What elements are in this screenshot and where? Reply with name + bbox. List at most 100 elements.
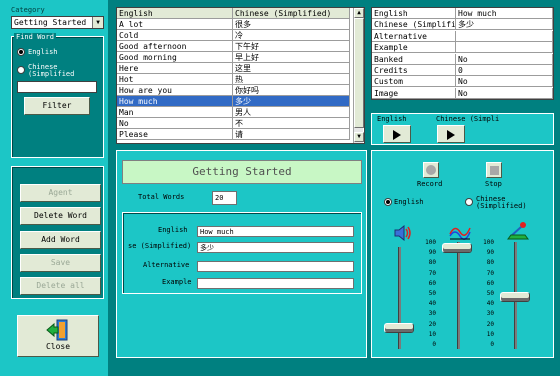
property-name-cell: Credits xyxy=(372,65,456,76)
word-chinese-cell: 冷 xyxy=(233,30,350,41)
word-english-cell: Hot xyxy=(117,74,233,85)
chinese-radio-label-2: (Simplified xyxy=(28,70,75,78)
word-english-cell: How much xyxy=(117,96,233,107)
chevron-down-icon[interactable]: ▼ xyxy=(92,17,103,28)
word-list-row[interactable]: How are you 你好吗 xyxy=(117,85,352,96)
word-list-row[interactable]: Hot 热 xyxy=(117,74,352,85)
word-list-row[interactable]: Cold 冷 xyxy=(117,30,352,41)
header-english[interactable]: English xyxy=(117,8,233,19)
find-word-input[interactable] xyxy=(17,81,97,93)
chinese-field[interactable]: 多少 xyxy=(197,242,354,253)
header-chinese[interactable]: Chinese (Simplified) xyxy=(233,8,350,19)
property-value-cell: No xyxy=(456,87,553,99)
speed-icon xyxy=(507,222,529,240)
slider-scale-tick: 10 xyxy=(486,330,494,338)
word-chinese-cell: 热 xyxy=(233,74,350,85)
word-list-scrollbar[interactable]: ▲ ▼ xyxy=(353,8,364,143)
save-button[interactable]: Save xyxy=(20,254,101,272)
word-list-row[interactable]: Good morning 早上好 xyxy=(117,52,352,63)
editor-title-box: Getting Started xyxy=(122,160,362,184)
record-label: Record xyxy=(417,180,443,188)
chinese-radio[interactable] xyxy=(17,66,25,74)
property-value-cell xyxy=(456,42,553,54)
agent-button[interactable]: Agent xyxy=(20,184,101,202)
slider-scale-tick: 40 xyxy=(486,300,494,308)
word-list-header: English Chinese (Simplified) xyxy=(117,8,356,19)
add-word-button[interactable]: Add Word xyxy=(20,231,101,249)
play-icon xyxy=(393,130,401,140)
scroll-up-icon[interactable]: ▲ xyxy=(354,8,364,18)
slider-scale-tick: 60 xyxy=(428,279,436,287)
property-row[interactable]: English How much xyxy=(372,8,553,19)
play-icon xyxy=(447,130,455,140)
recorder-english-radio[interactable] xyxy=(384,198,392,206)
slider-scale-tick: 50 xyxy=(428,290,436,297)
stop-button[interactable] xyxy=(486,162,502,178)
property-value-cell: How much xyxy=(456,8,553,19)
english-radio[interactable] xyxy=(17,48,25,56)
word-english-cell: A lot xyxy=(117,19,233,30)
property-row[interactable]: Example xyxy=(372,42,553,54)
property-value-cell: 多少 xyxy=(456,19,553,31)
pitch-icon xyxy=(449,227,471,240)
word-list-row[interactable]: Good afternoon 下午好 xyxy=(117,41,352,52)
close-button[interactable]: Close xyxy=(17,315,99,357)
property-value-cell: No xyxy=(456,53,553,65)
property-row[interactable]: Alternative xyxy=(372,30,553,42)
property-row[interactable]: Banked No xyxy=(372,53,553,65)
play-chinese-button[interactable] xyxy=(437,125,465,143)
slider-scale-tick: 100 xyxy=(483,239,494,246)
word-list-row[interactable]: Here 这里 xyxy=(117,63,352,74)
delete-word-button[interactable]: Delete Word xyxy=(20,207,101,225)
word-english-cell: Man xyxy=(117,107,233,118)
speed-slider-thumb[interactable] xyxy=(500,292,530,302)
category-select[interactable]: Getting Started ▼ xyxy=(11,16,104,29)
property-row[interactable]: Image No xyxy=(372,87,553,99)
word-list-row[interactable]: No 不 xyxy=(117,118,352,129)
property-name-cell: Alternative xyxy=(372,30,456,42)
word-list-row[interactable]: Man 男人 xyxy=(117,107,352,118)
properties-grid[interactable]: English How much Chinese (Simplifie 多少 Alter… xyxy=(371,7,554,100)
property-row[interactable]: Chinese (Simplifie 多少 xyxy=(372,19,553,31)
slider-scale-right: 100 90 80 70 60 50 40 30 20 10 0 xyxy=(482,238,494,348)
volume-slider-thumb[interactable] xyxy=(384,323,414,333)
property-name-cell: Banked xyxy=(372,53,456,65)
english-field[interactable]: How much xyxy=(197,226,354,237)
property-row[interactable]: Credits 0 xyxy=(372,65,553,76)
slider-scale-tick: 20 xyxy=(428,320,436,328)
slider-scale-tick: 30 xyxy=(486,310,494,318)
example-field[interactable] xyxy=(197,278,354,289)
stop-label: Stop xyxy=(485,180,502,188)
slider-scale-tick: 30 xyxy=(428,310,436,318)
delete-all-button[interactable]: Delete all xyxy=(20,277,101,295)
word-chinese-cell: 很多 xyxy=(233,19,350,30)
word-list-row[interactable]: A lot 很多 xyxy=(117,19,352,30)
english-radio-label: English xyxy=(28,48,58,56)
slider-scale-tick: 0 xyxy=(490,341,494,348)
word-list-row[interactable]: Please 请 xyxy=(117,129,352,140)
slider-scale-tick: 10 xyxy=(428,330,436,338)
word-list-grid[interactable]: English Chinese (Simplified) A lot 很多 Cold… xyxy=(116,7,365,144)
slider-scale-tick: 70 xyxy=(486,269,494,277)
pitch-slider-track xyxy=(457,242,460,349)
word-list-row[interactable]: How much 多少 xyxy=(117,96,352,107)
find-word-label: Find Word xyxy=(14,33,56,41)
word-english-cell: Cold xyxy=(117,30,233,41)
play-english-button[interactable] xyxy=(383,125,411,143)
pitch-slider-thumb[interactable] xyxy=(442,243,472,253)
slider-scale-left: 100 90 80 70 60 50 40 30 20 10 0 xyxy=(424,238,436,348)
filter-button[interactable]: Filter xyxy=(24,97,90,115)
recorder-english-label: English xyxy=(394,198,424,206)
recorder-chinese-radio[interactable] xyxy=(465,198,473,206)
property-value-cell: No xyxy=(456,76,553,88)
alternative-field[interactable] xyxy=(197,261,354,272)
example-field-label: Example xyxy=(162,278,192,286)
word-chinese-cell: 你好吗 xyxy=(233,85,350,96)
word-chinese-cell: 请 xyxy=(233,129,350,140)
scroll-down-icon[interactable]: ▼ xyxy=(354,132,364,142)
property-row[interactable]: Custom No xyxy=(372,76,553,88)
record-button[interactable] xyxy=(423,162,439,178)
scroll-thumb[interactable] xyxy=(354,18,364,128)
word-english-cell: Here xyxy=(117,63,233,74)
total-words-field[interactable]: 20 xyxy=(212,191,237,205)
